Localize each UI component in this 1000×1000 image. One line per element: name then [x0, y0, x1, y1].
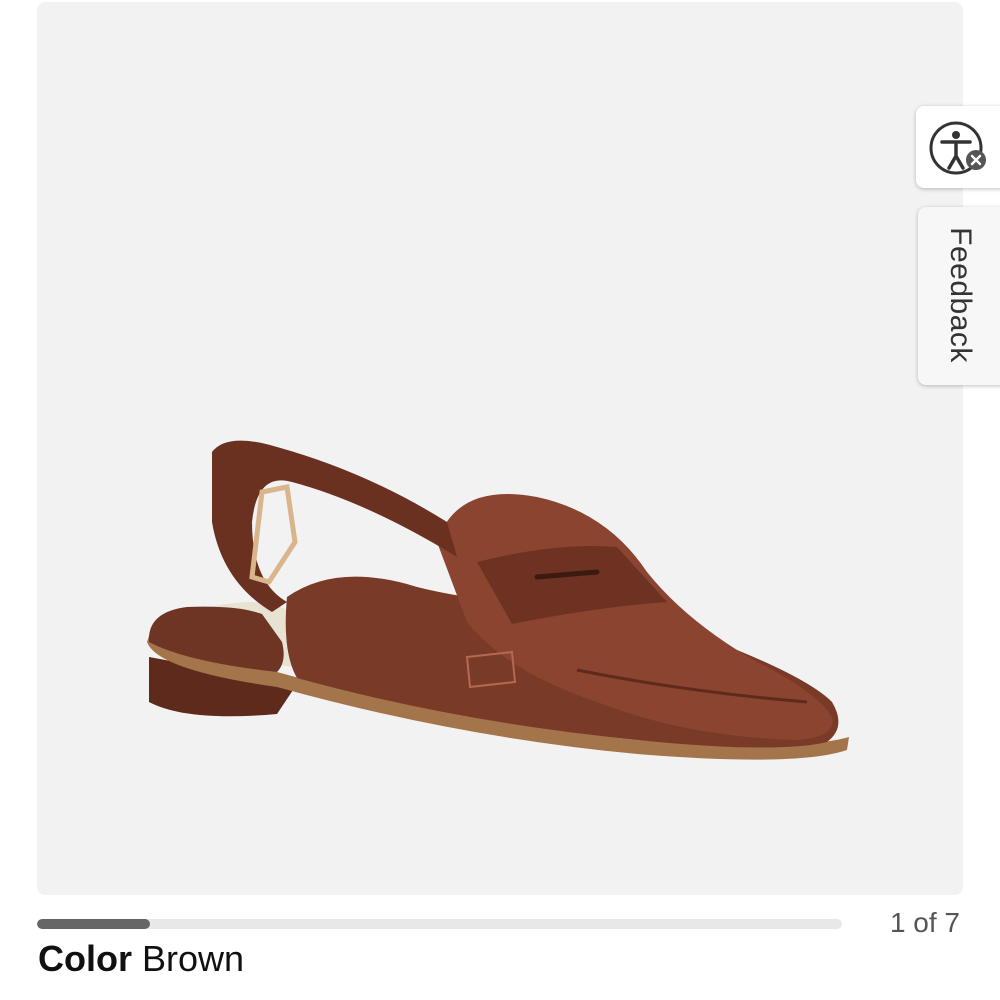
feedback-button[interactable]: Feedback [918, 207, 1000, 385]
color-selection: Color Brown [38, 938, 244, 980]
shoe-image [147, 440, 849, 760]
feedback-label: Feedback [944, 227, 977, 363]
gallery-counter: 1 of 7 [889, 907, 960, 938]
product-image[interactable] [37, 2, 963, 895]
accessibility-icon [929, 121, 986, 175]
accessibility-button[interactable] [916, 106, 1000, 188]
color-value: Brown [142, 938, 245, 979]
color-label: Color [38, 938, 132, 979]
gallery-progress-bar [37, 919, 842, 929]
gallery-progress-fill [37, 919, 150, 929]
